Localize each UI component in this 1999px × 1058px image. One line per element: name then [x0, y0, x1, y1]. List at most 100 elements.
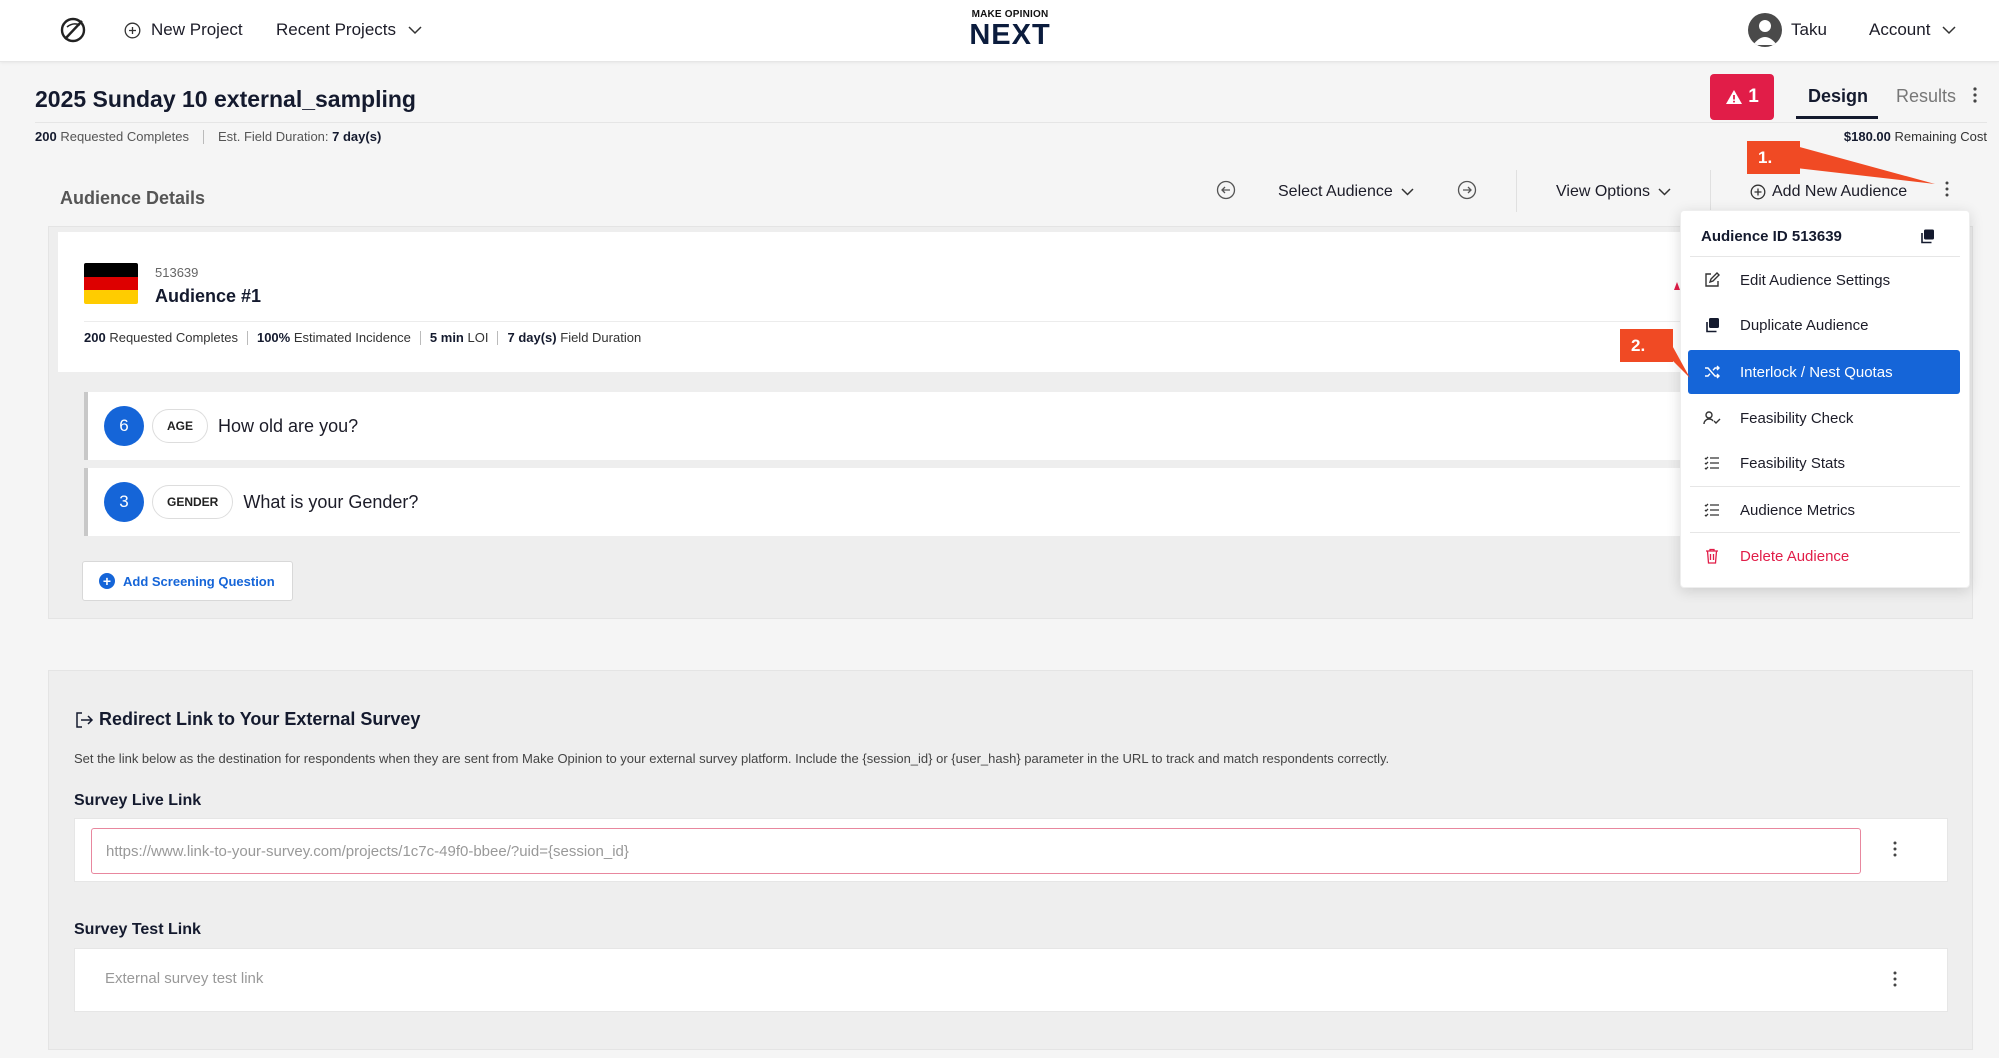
- page-title: 2025 Sunday 10 external_sampling: [35, 86, 416, 112]
- remaining-cost-value: $180.00: [1843, 129, 1891, 144]
- plus-circle-icon: [124, 22, 141, 38]
- question-tag: GENDER: [152, 485, 234, 519]
- new-project-button[interactable]: New Project: [124, 0, 243, 60]
- stat-divider: [419, 330, 421, 345]
- requested-completes-value: 200: [35, 129, 57, 144]
- alert-badge[interactable]: 1: [1710, 74, 1774, 120]
- edit-icon: [1703, 271, 1721, 289]
- audience-details-heading: Audience Details: [60, 188, 206, 208]
- user-menu[interactable]: Taku: [1748, 12, 1827, 48]
- test-link-more-icon[interactable]: [1892, 970, 1898, 988]
- menu-item-duplicate-audience[interactable]: Duplicate Audience: [1688, 303, 1960, 347]
- previous-audience-icon[interactable]: [1216, 180, 1236, 200]
- stat-label: Field Duration: [560, 330, 642, 345]
- chevron-down-icon: [1658, 188, 1671, 196]
- survey-test-link-label: Survey Test Link: [74, 921, 201, 938]
- toolbar-divider: [1516, 170, 1517, 212]
- menu-divider: [1690, 256, 1960, 257]
- app-logo-icon[interactable]: [58, 15, 88, 45]
- user-check-icon: [1703, 409, 1721, 427]
- question-tag: AGE: [152, 409, 209, 443]
- menu-item-feasibility-check[interactable]: Feasibility Check: [1688, 396, 1960, 440]
- menu-item-delete-audience[interactable]: Delete Audience: [1688, 534, 1960, 578]
- menu-item-feasibility-stats[interactable]: Feasibility Stats: [1688, 441, 1960, 485]
- warning-icon: [1726, 90, 1743, 104]
- live-link-more-icon[interactable]: [1892, 840, 1898, 858]
- more-options-icon[interactable]: [1972, 86, 1978, 104]
- select-audience-label: Select Audience: [1278, 183, 1393, 200]
- avatar: [1748, 13, 1782, 47]
- account-dropdown[interactable]: Account: [1869, 0, 1956, 60]
- add-new-audience-button[interactable]: Add New Audience: [1750, 181, 1907, 203]
- select-audience-dropdown[interactable]: Select Audience: [1278, 181, 1414, 203]
- stat-value: 100%: [256, 330, 291, 345]
- chevron-down-icon: [408, 25, 422, 34]
- stat-label: LOI: [467, 330, 489, 345]
- menu-item-edit-audience-settings[interactable]: Edit Audience Settings: [1688, 258, 1960, 302]
- question-text: What is your Gender?: [243, 491, 419, 512]
- menu-divider: [1690, 486, 1960, 487]
- audience-card: [58, 232, 1708, 372]
- list-check-icon: [1703, 454, 1721, 472]
- copy-icon[interactable]: [1919, 228, 1936, 245]
- chevron-down-icon: [1942, 25, 1956, 34]
- active-tab-indicator: [1796, 116, 1878, 119]
- view-options-dropdown[interactable]: View Options: [1556, 181, 1671, 203]
- stat-value: 200: [84, 330, 106, 345]
- menu-item-interlock-nest-quotas[interactable]: Interlock / Nest Quotas: [1688, 350, 1960, 394]
- stat-value: 7 day(s): [507, 330, 557, 345]
- account-label: Account: [1869, 20, 1931, 39]
- chevron-down-icon: [1401, 188, 1414, 196]
- menu-item-label: Interlock / Nest Quotas: [1740, 363, 1893, 381]
- survey-live-link-label: Survey Live Link: [74, 792, 202, 809]
- requested-completes-label: Requested Completes: [60, 129, 189, 144]
- next-audience-icon[interactable]: [1457, 180, 1477, 200]
- field-duration-value: 7 day(s): [332, 129, 382, 144]
- callout-step-1: 1.: [1747, 141, 1800, 174]
- meta-divider: [202, 129, 204, 144]
- tab-results[interactable]: Results: [1896, 86, 1956, 107]
- menu-item-label: Delete Audience: [1740, 547, 1850, 565]
- user-name: Taku: [1791, 20, 1827, 39]
- remaining-cost-label: Remaining Cost: [1894, 129, 1988, 144]
- brand-logo[interactable]: MAKE OPINION NEXT: [960, 9, 1060, 50]
- redirect-heading: Redirect Link to Your External Survey: [74, 709, 420, 730]
- trash-icon: [1703, 547, 1721, 565]
- top-navigation-bar: New Project Recent Projects MAKE OPINION…: [0, 0, 1999, 62]
- stat-divider: [497, 330, 499, 345]
- project-meta: 200 Requested Completes Est. Field Durat…: [35, 129, 381, 144]
- plus-icon: +: [99, 573, 115, 589]
- new-project-label: New Project: [151, 20, 243, 39]
- menu-item-label: Audience Metrics: [1740, 501, 1856, 519]
- recent-projects-label: Recent Projects: [276, 20, 396, 39]
- menu-divider: [1690, 532, 1960, 533]
- callout-1-arrow: [1796, 146, 1935, 184]
- plus-circle-icon: [1750, 184, 1766, 200]
- brand-big-text: NEXT: [969, 19, 1051, 51]
- recent-projects-dropdown[interactable]: Recent Projects: [276, 0, 422, 60]
- shuffle-icon: [1703, 363, 1721, 381]
- tab-design[interactable]: Design: [1808, 86, 1868, 107]
- menu-item-label: Feasibility Stats: [1740, 454, 1846, 472]
- user-icon: [1753, 20, 1777, 45]
- screening-question-row[interactable]: 3 GENDER What is your Gender?: [84, 468, 1684, 536]
- menu-item-label: Duplicate Audience: [1740, 316, 1869, 334]
- survey-test-link-container: [74, 948, 1948, 1012]
- audience-id: 513639: [155, 265, 199, 280]
- redirect-description: Set the link below as the destination fo…: [74, 751, 1390, 766]
- duplicate-icon: [1703, 316, 1721, 334]
- question-count-badge: 6: [104, 406, 144, 446]
- survey-test-link-input[interactable]: External survey test link: [105, 970, 263, 987]
- screening-question-row[interactable]: 6 AGE How old are you?: [84, 392, 1684, 460]
- add-screening-question-button[interactable]: + Add Screening Question: [82, 561, 293, 601]
- survey-live-link-input[interactable]: https://www.link-to-your-survey.com/proj…: [91, 828, 1861, 874]
- stat-divider: [246, 330, 248, 345]
- list-check-icon: [1703, 501, 1721, 519]
- audience-more-options-icon[interactable]: [1944, 180, 1950, 198]
- alert-count: 1: [1748, 86, 1759, 107]
- menu-item-audience-metrics[interactable]: Audience Metrics: [1688, 488, 1960, 532]
- question-text: How old are you?: [218, 415, 359, 436]
- question-count-badge: 3: [104, 482, 144, 522]
- view-options-label: View Options: [1556, 183, 1650, 200]
- stat-value: 5 min: [429, 330, 464, 345]
